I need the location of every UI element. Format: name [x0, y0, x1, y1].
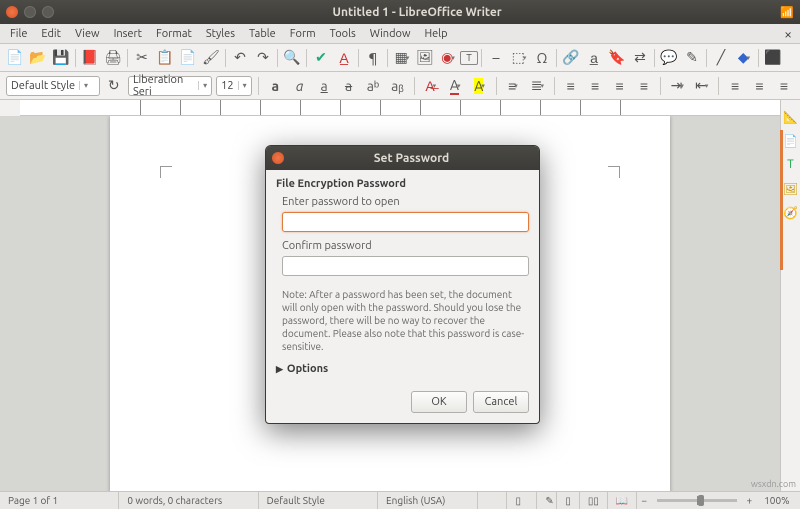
chevron-right-icon: ▶ — [276, 364, 283, 375]
dialog-title: Set Password — [290, 152, 533, 165]
status-view-book-icon[interactable]: 📖 — [608, 492, 637, 509]
status-sel[interactable]: ▯ — [507, 492, 537, 509]
watermark: wsxdn.com — [751, 479, 796, 489]
set-password-dialog: Set Password File Encryption Password En… — [265, 145, 540, 424]
status-view-multi-icon[interactable]: ▯▯ — [580, 492, 608, 509]
options-expander[interactable]: ▶ Options — [276, 363, 529, 375]
zoom-slider[interactable] — [657, 499, 737, 502]
zoom-in-icon[interactable]: + — [743, 495, 757, 506]
status-style[interactable]: Default Style — [259, 492, 378, 509]
modal-overlay: Set Password File Encryption Password En… — [0, 0, 800, 509]
status-wordcount[interactable]: 0 words, 0 characters — [119, 492, 258, 509]
status-bar: Page 1 of 1 0 words, 0 characters Defaul… — [0, 491, 800, 509]
zoom-out-icon[interactable]: − — [637, 495, 651, 506]
status-view-single-icon[interactable]: ▯ — [557, 492, 580, 509]
cancel-button[interactable]: Cancel — [473, 391, 529, 413]
confirm-password-label: Confirm password — [282, 240, 529, 252]
dialog-section-heading: File Encryption Password — [276, 178, 529, 190]
ok-button[interactable]: OK — [411, 391, 467, 413]
dialog-close-button[interactable] — [272, 152, 284, 164]
dialog-titlebar[interactable]: Set Password — [266, 146, 539, 170]
enter-password-input[interactable] — [282, 212, 529, 232]
status-language[interactable]: English (USA) — [378, 492, 478, 509]
zoom-value[interactable]: 100% — [756, 492, 800, 509]
confirm-password-input[interactable] — [282, 256, 529, 276]
status-page[interactable]: Page 1 of 1 — [0, 492, 119, 509]
password-note: Note: After a password has been set, the… — [282, 288, 529, 353]
status-sig[interactable]: ✎ — [537, 492, 557, 509]
status-insert[interactable] — [478, 492, 508, 509]
enter-password-label: Enter password to open — [282, 196, 529, 208]
